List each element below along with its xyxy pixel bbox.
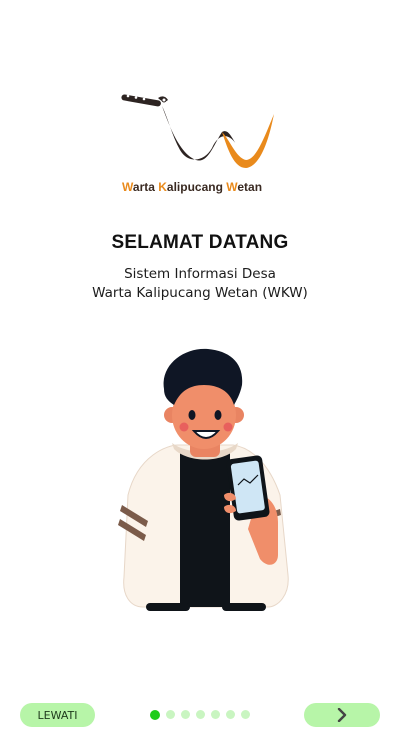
page-indicator	[150, 709, 250, 720]
welcome-title: SELAMAT DATANG	[111, 232, 289, 253]
app-logo: Warta Kalipucang Wetan	[110, 88, 290, 198]
page-dot[interactable]	[181, 710, 190, 719]
welcome-illustration	[118, 345, 293, 620]
page-dot[interactable]	[211, 710, 220, 719]
page-dot[interactable]	[166, 710, 175, 719]
wkw-logo-icon	[121, 94, 274, 168]
page-dot[interactable]	[241, 710, 250, 719]
subtitle-line-1: Sistem Informasi Desa	[124, 266, 276, 282]
chevron-right-icon	[337, 708, 347, 722]
subtitle-line-2: Warta Kalipucang Wetan (WKW)	[92, 285, 308, 301]
skip-button[interactable]: LEWATI	[20, 703, 95, 727]
page-dot[interactable]	[196, 710, 205, 719]
logo-wordmark: Warta Kalipucang Wetan	[122, 180, 263, 194]
person-with-phone-illustration	[118, 348, 289, 611]
next-button[interactable]	[304, 703, 380, 727]
page-dot-active[interactable]	[150, 709, 160, 720]
page-dot[interactable]	[226, 710, 235, 719]
welcome-subtitle: Sistem Informasi Desa Warta Kalipucang W…	[0, 265, 400, 303]
onboarding-navigation: LEWATI	[0, 703, 400, 727]
